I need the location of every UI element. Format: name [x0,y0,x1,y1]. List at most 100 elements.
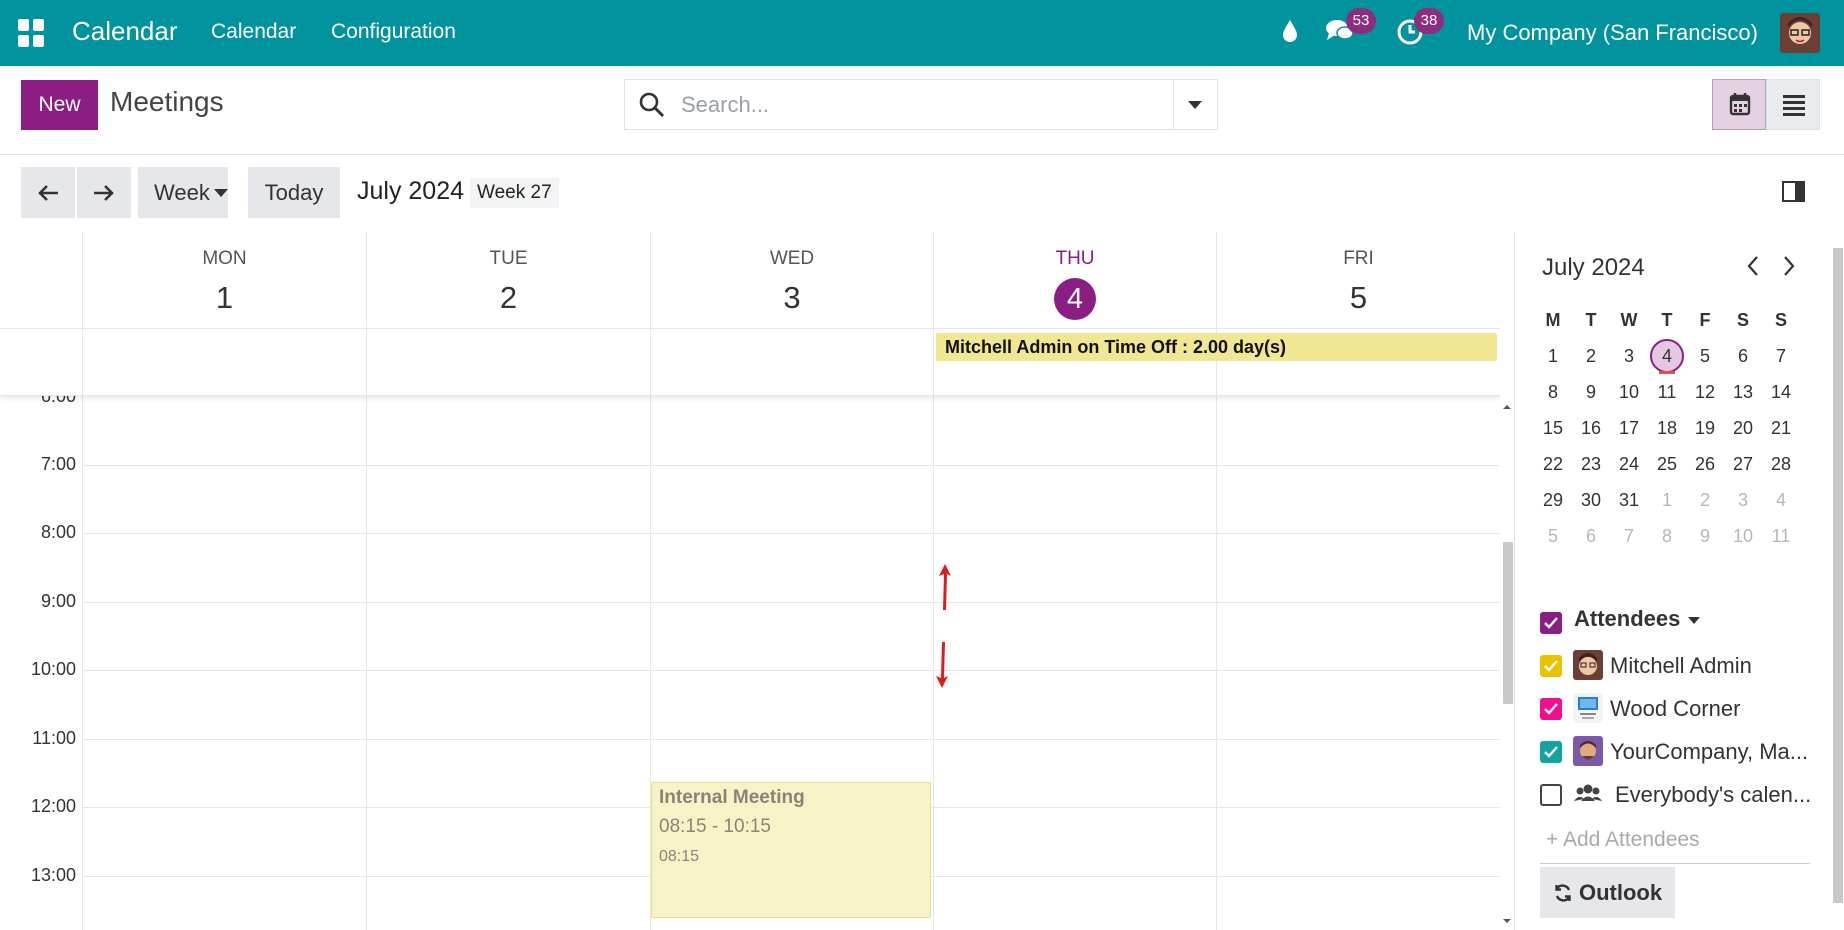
search-options-toggle[interactable] [1173,80,1217,129]
scrollbar-thumb[interactable] [1503,542,1513,704]
mini-day-today[interactable]: 4 [1648,338,1686,374]
mini-day-other-month[interactable]: 10 [1724,518,1762,554]
mini-day[interactable]: 11 [1648,374,1686,410]
period-title: July 2024 [357,177,465,205]
next-button[interactable] [77,167,131,218]
today-button[interactable]: Today [248,167,340,218]
mini-day[interactable]: 28 [1762,446,1800,482]
scale-dropdown[interactable]: Week [138,167,228,218]
attendee-avatar [1573,650,1603,680]
day-column[interactable] [366,396,650,930]
attendee-checkbox[interactable] [1540,698,1562,720]
add-attendees-input[interactable]: + Add Attendees [1540,828,1810,864]
mini-day-other-month[interactable]: 5 [1534,518,1572,554]
mini-day[interactable]: 16 [1572,410,1610,446]
mini-day[interactable]: 8 [1534,374,1572,410]
meeting-title: Internal Meeting [659,787,805,808]
activities-badge: 38 [1414,8,1444,34]
mini-day[interactable]: 14 [1762,374,1800,410]
mini-day[interactable]: 1 [1534,338,1572,374]
new-button[interactable]: New [21,80,98,130]
calendar-view-button[interactable] [1712,79,1766,130]
mini-day-other-month[interactable]: 4 [1762,482,1800,518]
mini-day-other-month[interactable]: 11 [1762,518,1800,554]
apps-menu-icon[interactable] [18,19,46,47]
search-input[interactable] [681,81,1141,128]
mini-day[interactable]: 20 [1724,410,1762,446]
menu-configuration[interactable]: Configuration [331,20,456,44]
calendar-scrollbar[interactable] [1500,400,1514,930]
mini-day-other-month[interactable]: 8 [1648,518,1686,554]
mini-day-other-month[interactable]: 6 [1572,518,1610,554]
mini-day[interactable]: 27 [1724,446,1762,482]
week-badge: Week 27 [470,178,559,208]
weekday-label: F [1699,310,1711,330]
attendee-checkbox[interactable] [1540,784,1562,806]
all-day-cell[interactable] [82,329,366,397]
previous-button[interactable] [21,167,75,218]
attendees-label: Attendees [1574,606,1681,631]
mini-day[interactable]: 17 [1610,410,1648,446]
all-day-cell[interactable] [366,329,650,397]
sidebar-scrollbar[interactable] [1830,232,1844,930]
scrollbar-thumb[interactable] [1833,248,1843,903]
sync-icon [1555,884,1571,902]
mini-week-row: 15 16 17 18 19 20 21 [1534,410,1802,446]
mini-day[interactable]: 25 [1648,446,1686,482]
mini-day[interactable]: 24 [1610,446,1648,482]
attendee-checkbox[interactable] [1540,655,1562,677]
all-day-cell[interactable] [650,329,933,397]
mini-day[interactable]: 21 [1762,410,1800,446]
arrow-right-icon [94,185,114,201]
mini-day[interactable]: 30 [1572,482,1610,518]
app-name[interactable]: Calendar [72,16,178,47]
attendee-checkbox[interactable] [1540,741,1562,763]
mini-day-other-month[interactable]: 2 [1686,482,1724,518]
time-off-event[interactable]: Mitchell Admin on Time Off : 2.00 day(s) [936,333,1497,361]
mini-week-row: 22 23 24 25 26 27 28 [1534,446,1802,482]
hour-line [82,670,1500,671]
mini-day[interactable]: 23 [1572,446,1610,482]
mini-next-month-icon[interactable] [1781,254,1797,285]
mini-day-other-month[interactable]: 1 [1648,482,1686,518]
day-number: 3 [783,280,801,315]
mini-day[interactable]: 31 [1610,482,1648,518]
mini-day[interactable]: 7 [1762,338,1800,374]
mini-day[interactable]: 18 [1648,410,1686,446]
mini-day-other-month[interactable]: 9 [1686,518,1724,554]
mini-day[interactable]: 22 [1534,446,1572,482]
mini-day[interactable]: 3 [1610,338,1648,374]
sidebar-toggle-icon[interactable] [1782,181,1805,202]
mini-day[interactable]: 12 [1686,374,1724,410]
mini-day[interactable]: 29 [1534,482,1572,518]
weekday-label: T [1661,310,1673,330]
menu-calendar[interactable]: Calendar [211,20,296,44]
company-switcher[interactable]: My Company (San Francisco) [1467,20,1758,46]
mini-day-other-month[interactable]: 3 [1724,482,1762,518]
day-header-fri: FRI 5 [1216,232,1500,328]
attendees-all-checkbox[interactable] [1540,612,1562,634]
list-view-button[interactable] [1766,79,1820,130]
user-avatar[interactable] [1780,13,1820,53]
outlook-sync-button[interactable]: Outlook [1540,867,1675,918]
mini-day[interactable]: 10 [1610,374,1648,410]
mini-day[interactable]: 26 [1686,446,1724,482]
mini-day[interactable]: 9 [1572,374,1610,410]
attendees-heading[interactable]: Attendees [1574,606,1701,632]
droplet-icon[interactable] [1280,18,1300,51]
mini-day-other-month[interactable]: 7 [1610,518,1648,554]
calendar-sidebar: July 2024 M T W T F S S 1 2 3 4 5 6 7 8 … [1514,232,1844,930]
mini-day[interactable]: 6 [1724,338,1762,374]
mini-day[interactable]: 15 [1534,410,1572,446]
mini-prev-month-icon[interactable] [1745,254,1761,285]
day-column[interactable] [82,396,366,930]
mini-day[interactable]: 2 [1572,338,1610,374]
mini-day[interactable]: 5 [1686,338,1724,374]
day-column[interactable] [933,396,1216,930]
day-number: 1 [215,280,234,315]
mini-day[interactable]: 13 [1724,374,1762,410]
control-panel-divider [0,154,1844,155]
meeting-event[interactable]: Internal Meeting 08:15 - 10:15 08:15 [651,782,931,918]
mini-day[interactable]: 19 [1686,410,1724,446]
day-column[interactable] [1216,396,1500,930]
